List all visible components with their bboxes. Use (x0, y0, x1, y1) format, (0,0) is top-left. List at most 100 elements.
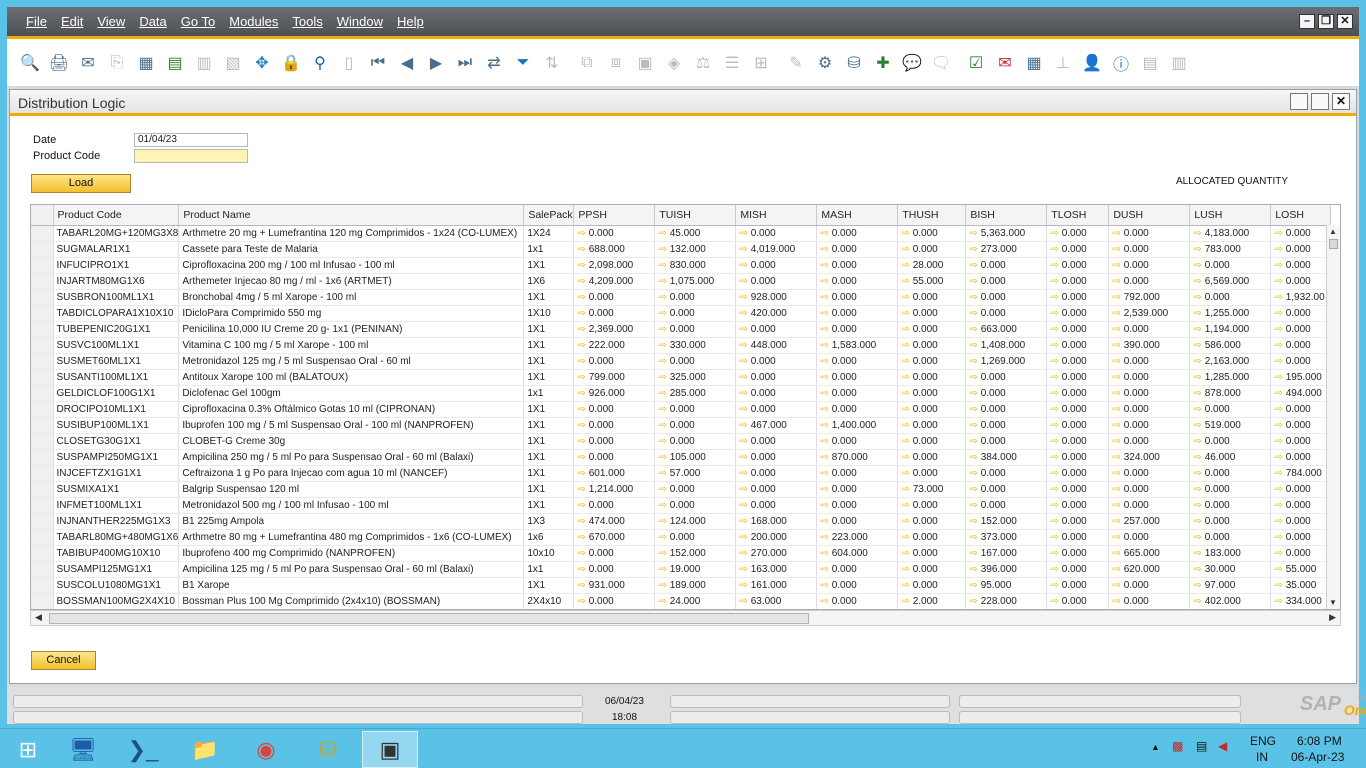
quantity-cell[interactable]: ⇨ 0.000 (816, 305, 899, 322)
quantity-cell[interactable]: ⇨ 0.000 (897, 305, 967, 322)
quantity-cell[interactable]: ⇨ 0.000 (735, 273, 818, 290)
row-header[interactable] (31, 513, 54, 530)
link-arrow-icon[interactable]: ⇨ (969, 276, 977, 287)
row-header[interactable] (31, 401, 54, 418)
product-code-cell[interactable]: BOSSMAN100MG2X4X10 (53, 593, 180, 609)
link-arrow-icon[interactable]: ⇨ (820, 244, 828, 255)
scroll-down-icon[interactable]: ▼ (1329, 598, 1337, 607)
quantity-cell[interactable]: ⇨ 0.000 (735, 497, 818, 514)
row-header[interactable] (31, 257, 54, 274)
quantity-cell[interactable]: ⇨ 0.000 (573, 353, 656, 370)
quantity-cell[interactable]: ⇨ 0.000 (816, 497, 899, 514)
quantity-cell[interactable]: ⇨ 4,019.000 (735, 241, 818, 258)
row-header[interactable] (31, 417, 54, 434)
org-icon[interactable]: ⊥ (1052, 52, 1074, 74)
link-arrow-icon[interactable]: ⇨ (820, 292, 828, 303)
quantity-cell[interactable]: ⇨ 0.000 (1046, 465, 1110, 482)
link-arrow-icon[interactable]: ⇨ (969, 308, 977, 319)
link-arrow-icon[interactable]: ⇨ (901, 452, 909, 463)
row-header[interactable] (31, 529, 54, 546)
link-arrow-icon[interactable]: ⇨ (1112, 372, 1120, 383)
link-arrow-icon[interactable]: ⇨ (1193, 260, 1201, 271)
quantity-cell[interactable]: ⇨ 195.000 (1270, 369, 1332, 386)
row-header[interactable] (31, 497, 54, 514)
link-arrow-icon[interactable]: ⇨ (969, 372, 977, 383)
link-arrow-icon[interactable]: ⇨ (1112, 308, 1120, 319)
link-arrow-icon[interactable]: ⇨ (1193, 372, 1201, 383)
link-arrow-icon[interactable]: ⇨ (1112, 292, 1120, 303)
quantity-cell[interactable]: ⇨ 0.000 (897, 561, 967, 578)
quantity-cell[interactable]: ⇨ 0.000 (1270, 337, 1332, 354)
link-arrow-icon[interactable]: ⇨ (969, 580, 977, 591)
app-restore-button[interactable]: ❐ (1318, 14, 1334, 29)
link-arrow-icon[interactable]: ⇨ (739, 468, 747, 479)
row-header[interactable] (31, 449, 54, 466)
quantity-cell[interactable]: ⇨ 1,400.000 (816, 417, 899, 434)
link-arrow-icon[interactable]: ⇨ (1193, 500, 1201, 511)
quantity-cell[interactable]: ⇨ 1,408.000 (965, 337, 1048, 354)
link-arrow-icon[interactable]: ⇨ (901, 580, 909, 591)
product-code-cell[interactable]: DROCIPO10ML1X1 (53, 401, 180, 418)
find-icon[interactable]: ⚲ (309, 52, 331, 74)
link-arrow-icon[interactable]: ⇨ (1274, 580, 1282, 591)
sale-pack-cell[interactable]: 1X1 (523, 369, 575, 386)
column-header[interactable]: TLOSH (1046, 205, 1110, 226)
product-code-cell[interactable]: TABIBUP400MG10X10 (53, 545, 180, 562)
table-row[interactable]: SUSMIXA1X1 Balgrip Suspensao 120 ml 1X1 ⇨ 1,… (31, 481, 1332, 498)
product-code-cell[interactable]: INJCEFTZX1G1X1 (53, 465, 180, 482)
navigate-icon[interactable]: ✥ (251, 52, 273, 74)
link-arrow-icon[interactable]: ⇨ (820, 500, 828, 511)
link-arrow-icon[interactable]: ⇨ (1050, 596, 1058, 607)
link-arrow-icon[interactable]: ⇨ (901, 388, 909, 399)
quantity-cell[interactable]: ⇨ 0.000 (816, 369, 899, 386)
link-arrow-icon[interactable]: ⇨ (577, 244, 585, 255)
quantity-cell[interactable]: ⇨ 0.000 (1046, 257, 1110, 274)
link-arrow-icon[interactable]: ⇨ (1193, 548, 1201, 559)
link-arrow-icon[interactable]: ⇨ (820, 532, 828, 543)
quantity-cell[interactable]: ⇨ 586.000 (1189, 337, 1272, 354)
link-arrow-icon[interactable]: ⇨ (739, 500, 747, 511)
quantity-cell[interactable]: ⇨ 4,183.000 (1189, 225, 1272, 242)
product-code-cell[interactable]: TABARL80MG+480MG1X6 (53, 529, 180, 546)
row-header[interactable] (31, 337, 54, 354)
link-arrow-icon[interactable]: ⇨ (739, 228, 747, 239)
link-arrow-icon[interactable]: ⇨ (577, 516, 585, 527)
link-arrow-icon[interactable]: ⇨ (1050, 516, 1058, 527)
pdf-icon[interactable]: ▧ (222, 52, 244, 74)
quantity-cell[interactable]: ⇨ 0.000 (735, 449, 818, 466)
app-close-button[interactable]: ✕ (1337, 14, 1353, 29)
sale-pack-cell[interactable]: 1X1 (523, 433, 575, 450)
sale-pack-cell[interactable]: 1X1 (523, 465, 575, 482)
link-arrow-icon[interactable]: ⇨ (1112, 596, 1120, 607)
quantity-cell[interactable]: ⇨ 1,932.00 (1270, 289, 1332, 306)
quantity-cell[interactable]: ⇨ 0.000 (897, 401, 967, 418)
table-row[interactable]: SUSMET60ML1X1 Metronidazol 125 mg / 5 ml … (31, 353, 1332, 370)
link-arrow-icon[interactable]: ⇨ (1274, 564, 1282, 575)
link-arrow-icon[interactable]: ⇨ (820, 260, 828, 271)
link-arrow-icon[interactable]: ⇨ (739, 356, 747, 367)
link-arrow-icon[interactable]: ⇨ (1112, 340, 1120, 351)
link-arrow-icon[interactable]: ⇨ (901, 260, 909, 271)
pen-icon[interactable]: ✎ (785, 52, 807, 74)
scroll-right-icon[interactable]: ▶ (1329, 612, 1336, 623)
link-arrow-icon[interactable]: ⇨ (1050, 532, 1058, 543)
link-arrow-icon[interactable]: ⇨ (658, 388, 666, 399)
link-arrow-icon[interactable]: ⇨ (1050, 580, 1058, 591)
link-arrow-icon[interactable]: ⇨ (1112, 404, 1120, 415)
column-header[interactable]: THUSH (897, 205, 967, 226)
quantity-cell[interactable]: ⇨ 1,075.000 (654, 273, 737, 290)
quantity-cell[interactable]: ⇨ 620.000 (1108, 561, 1191, 578)
quantity-cell[interactable]: ⇨ 45.000 (654, 225, 737, 242)
link-arrow-icon[interactable]: ⇨ (969, 340, 977, 351)
link-arrow-icon[interactable]: ⇨ (1274, 484, 1282, 495)
quantity-cell[interactable]: ⇨ 0.000 (1108, 273, 1191, 290)
quantity-cell[interactable]: ⇨ 0.000 (735, 433, 818, 450)
quantity-cell[interactable]: ⇨ 0.000 (735, 401, 818, 418)
product-code-cell[interactable]: SUSPAMPI250MG1X1 (53, 449, 180, 466)
next-record-icon[interactable]: ▶ (425, 52, 447, 74)
link-arrow-icon[interactable]: ⇨ (969, 500, 977, 511)
link-arrow-icon[interactable]: ⇨ (901, 548, 909, 559)
link-arrow-icon[interactable]: ⇨ (577, 468, 585, 479)
product-code-cell[interactable]: TUBEPENIC20G1X1 (53, 321, 180, 338)
link-arrow-icon[interactable]: ⇨ (577, 436, 585, 447)
